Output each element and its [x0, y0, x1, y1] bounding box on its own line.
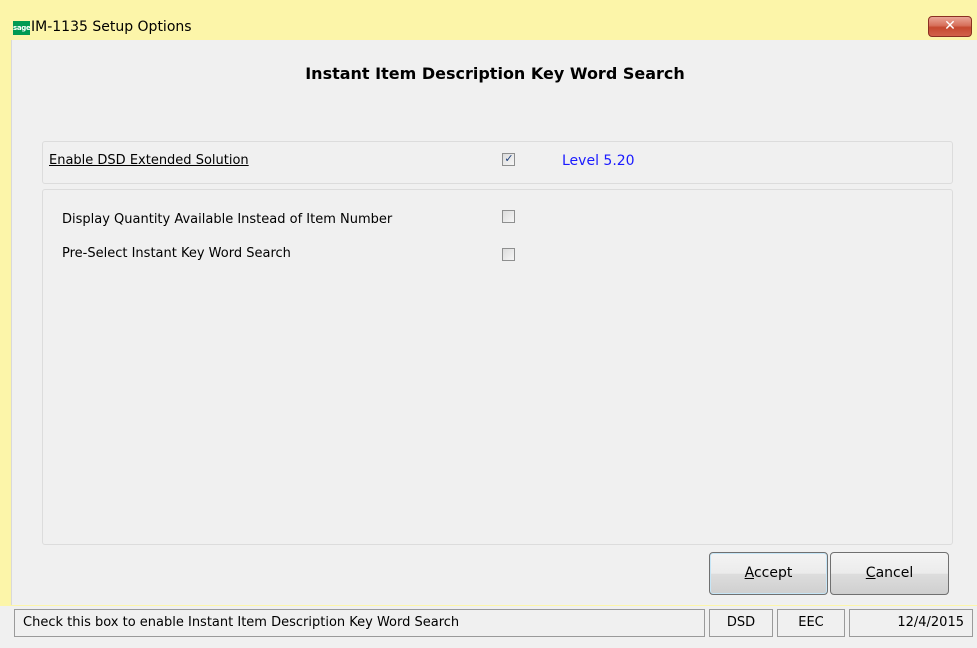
level-indicator: Level 5.20 — [562, 153, 635, 169]
preselect-search-checkbox[interactable] — [502, 248, 515, 261]
enable-dsd-checkbox[interactable]: ✓ — [502, 152, 515, 166]
accept-button[interactable]: Accept — [709, 552, 828, 595]
status-date: 12/4/2015 — [849, 609, 973, 637]
page-title: Instant Item Description Key Word Search — [305, 64, 685, 83]
dialog-content: Instant Item Description Key Word Search… — [11, 40, 977, 605]
cancel-mnemonic: C — [865, 565, 876, 581]
display-quantity-label: Display Quantity Available Instead of It… — [62, 212, 393, 227]
accept-mnemonic: A — [744, 565, 754, 581]
preselect-search-label: Pre-Select Instant Key Word Search — [62, 246, 291, 261]
setup-options-window: sage IM-1135 Setup Options ✕ Instant Ite… — [0, 0, 977, 648]
display-quantity-checkbox[interactable] — [502, 210, 515, 223]
status-company: EEC — [777, 609, 845, 637]
enable-dsd-label-text: Enable DSD Extended Solution — [49, 153, 249, 168]
cancel-label-rest: ancel — [875, 565, 914, 581]
status-bar: Check this box to enable Instant Item De… — [0, 606, 977, 648]
close-icon: ✕ — [944, 18, 956, 34]
close-button[interactable]: ✕ — [928, 16, 972, 37]
options-panel — [42, 189, 953, 545]
window-title: IM-1135 Setup Options — [31, 19, 192, 35]
checkmark-icon: ✓ — [504, 152, 514, 165]
title-bar[interactable]: sage IM-1135 Setup Options ✕ — [0, 0, 977, 40]
status-module: DSD — [709, 609, 773, 637]
cancel-button[interactable]: Cancel — [830, 552, 949, 595]
enable-dsd-label[interactable]: Enable DSD Extended Solution — [49, 153, 249, 168]
sage-logo-icon: sage — [13, 21, 30, 35]
accept-label-rest: ccept — [753, 565, 793, 581]
status-message: Check this box to enable Instant Item De… — [14, 609, 705, 637]
